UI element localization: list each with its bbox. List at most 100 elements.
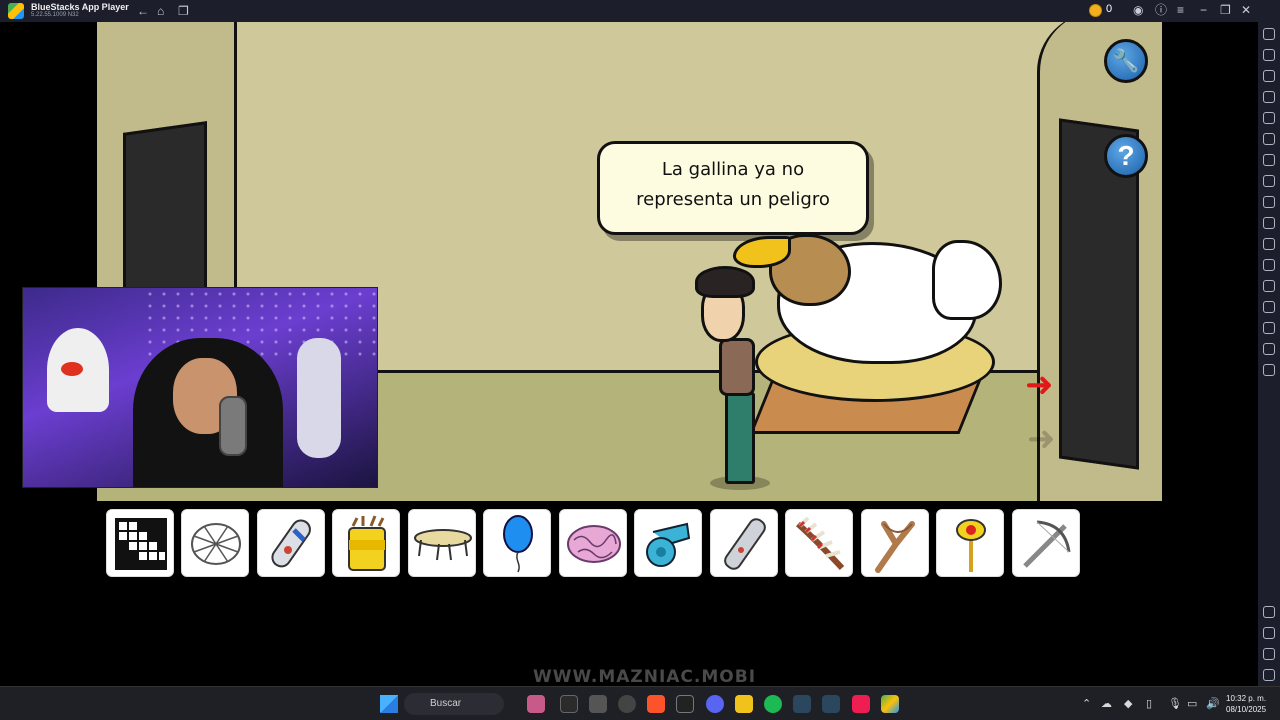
app-titlebar: BlueStacks App Player 5.22.55.1009 N32 ←… bbox=[0, 0, 1280, 22]
spotify-app-icon[interactable] bbox=[764, 695, 782, 713]
taskbar-search-label: Buscar bbox=[430, 698, 462, 709]
back-arrow-icon[interactable]: ← bbox=[137, 3, 149, 19]
window-title: BlueStacks App Player bbox=[31, 2, 129, 12]
mic-icon[interactable]: 🎙 bbox=[1168, 697, 1182, 710]
menu-icon[interactable]: ≡ bbox=[1177, 2, 1184, 18]
speech-bubble: La gallina ya no representa un peligro bbox=[597, 141, 869, 235]
epic-app-icon[interactable] bbox=[589, 695, 607, 713]
android-back-icon[interactable] bbox=[1263, 627, 1275, 639]
settings-button[interactable]: 🔧 bbox=[1104, 39, 1148, 83]
refresh-icon[interactable] bbox=[1263, 364, 1275, 376]
inventory-slot-bucket[interactable] bbox=[332, 509, 400, 577]
window-version: 5.22.55.1009 N32 bbox=[31, 12, 79, 18]
steam-app-icon[interactable] bbox=[793, 695, 811, 713]
inventory-slot-skateboard[interactable] bbox=[257, 509, 325, 577]
taskbar: Buscar ⌃ ☁ ◆ ▯ 🎙 ▭ 🔊 10:32 p. m. 08/10/2… bbox=[0, 686, 1280, 720]
obs-app-icon[interactable] bbox=[618, 695, 636, 713]
close-icon[interactable]: ✕ bbox=[1241, 2, 1251, 18]
volume-icon[interactable] bbox=[1263, 49, 1275, 61]
whistle-icon bbox=[646, 522, 691, 567]
tiktok-app-icon[interactable] bbox=[852, 695, 870, 713]
net-icon bbox=[191, 523, 241, 565]
unreal-app-icon[interactable] bbox=[560, 695, 578, 713]
usb-icon[interactable]: ▯ bbox=[1146, 697, 1152, 710]
ghost-nose bbox=[61, 362, 83, 376]
red-arrow-icon[interactable]: ➜ bbox=[1025, 368, 1054, 402]
headdress-icon bbox=[796, 516, 845, 571]
speaker-icon[interactable]: 🔊 bbox=[1206, 697, 1220, 710]
plunger-icon bbox=[956, 519, 986, 572]
onedrive-icon[interactable]: ☁ bbox=[1101, 697, 1112, 710]
help-circle-icon[interactable]: ⓘ bbox=[1155, 2, 1167, 18]
skateboard-icon bbox=[271, 519, 311, 568]
inventory-slot-balloon[interactable] bbox=[483, 509, 551, 577]
display-icon[interactable]: ▭ bbox=[1187, 697, 1197, 710]
inventory-slot-plunger[interactable] bbox=[936, 509, 1004, 577]
eco-icon[interactable] bbox=[1263, 301, 1275, 313]
brain-icon bbox=[567, 525, 621, 563]
inventory-slot-crossword[interactable] bbox=[106, 509, 174, 577]
taskbar-search[interactable]: Buscar bbox=[404, 693, 504, 715]
clown-figure bbox=[297, 338, 341, 458]
inventory-slot-trampoline[interactable] bbox=[408, 509, 476, 577]
crossword-icon bbox=[115, 518, 167, 570]
location-icon[interactable] bbox=[1263, 322, 1275, 334]
fullscreen-icon[interactable] bbox=[1263, 28, 1275, 40]
lighter-icon bbox=[724, 518, 766, 570]
octopus-app-icon[interactable] bbox=[527, 695, 545, 713]
clock-time: 10:32 p. m. bbox=[1226, 694, 1267, 703]
brave-browser-icon[interactable] bbox=[647, 695, 665, 713]
inventory-slot-lighter[interactable] bbox=[710, 509, 778, 577]
home-icon[interactable]: ⌂ bbox=[157, 3, 164, 19]
macro-icon[interactable] bbox=[1263, 154, 1275, 166]
steam-app-icon-2[interactable] bbox=[822, 695, 840, 713]
inventory-slot-crossbow[interactable] bbox=[1012, 509, 1080, 577]
balloon-icon bbox=[503, 515, 533, 573]
crossbow-icon bbox=[1023, 520, 1071, 568]
inventory-slot-headdress[interactable] bbox=[785, 509, 853, 577]
gamepad-icon[interactable] bbox=[1263, 91, 1275, 103]
side-toolbar bbox=[1258, 22, 1280, 686]
folder-icon[interactable] bbox=[1263, 280, 1275, 292]
record-icon[interactable] bbox=[1263, 217, 1275, 229]
media-icon[interactable] bbox=[1263, 238, 1275, 250]
keyboard-icon[interactable] bbox=[1263, 70, 1275, 82]
discord-app-icon[interactable] bbox=[706, 695, 724, 713]
restore-icon[interactable]: ❐ bbox=[1220, 2, 1231, 18]
windows-start-icon[interactable] bbox=[380, 695, 398, 713]
speech-line-2: representa un peligro bbox=[636, 189, 830, 210]
android-home-icon[interactable] bbox=[1263, 648, 1275, 660]
inventory-slot-slingshot[interactable] bbox=[861, 509, 929, 577]
webcam-overlay bbox=[22, 287, 378, 488]
inventory-slot-brain[interactable] bbox=[559, 509, 627, 577]
wrench-icon: 🔧 bbox=[1112, 48, 1140, 73]
help-button[interactable]: ? bbox=[1104, 134, 1148, 178]
account-icon[interactable]: ◉ bbox=[1133, 2, 1143, 18]
speech-line-1: La gallina ya no bbox=[661, 159, 805, 180]
character-legs bbox=[725, 392, 755, 484]
rotate-icon[interactable] bbox=[1263, 112, 1275, 124]
screenshot-icon[interactable] bbox=[1263, 196, 1275, 208]
bucket-icon bbox=[348, 515, 386, 571]
layers-icon[interactable] bbox=[1263, 343, 1275, 355]
coin-icon bbox=[1089, 4, 1102, 17]
settings-gear-icon[interactable] bbox=[1263, 606, 1275, 618]
file-explorer-icon[interactable] bbox=[735, 695, 753, 713]
performance-icon[interactable] bbox=[1263, 175, 1275, 187]
bluestacks-app-icon[interactable] bbox=[881, 695, 899, 713]
tray-chevron-icon[interactable]: ⌃ bbox=[1082, 697, 1091, 710]
system-clock[interactable]: 10:32 p. m. 08/10/2025 bbox=[1226, 693, 1266, 715]
defender-icon[interactable]: ◆ bbox=[1124, 697, 1132, 710]
capcut-app-icon[interactable] bbox=[676, 695, 694, 713]
inventory-slot-net[interactable] bbox=[181, 509, 249, 577]
question-mark-icon: ? bbox=[1117, 140, 1135, 171]
tabs-icon[interactable]: ❐ bbox=[178, 3, 189, 19]
clock-date: 08/10/2025 bbox=[1226, 705, 1267, 714]
android-recents-icon[interactable] bbox=[1263, 669, 1275, 681]
slingshot-icon bbox=[875, 521, 915, 573]
coin-count: 0 bbox=[1106, 3, 1113, 15]
airplane-icon[interactable] bbox=[1263, 259, 1275, 271]
minimize-icon[interactable]: − bbox=[1200, 2, 1207, 18]
inventory-slot-whistle[interactable] bbox=[634, 509, 702, 577]
sync-icon[interactable] bbox=[1263, 133, 1275, 145]
